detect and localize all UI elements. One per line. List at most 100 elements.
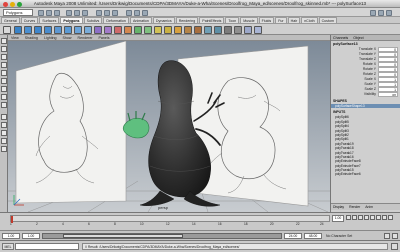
shelf-tab-rendering[interactable]: Rendering	[175, 17, 199, 23]
step-forward-key-icon[interactable]	[382, 215, 387, 220]
collapse-icon[interactable]	[234, 25, 242, 34]
shelf-tab-general[interactable]: General	[1, 17, 20, 23]
insert-edge-loop-icon[interactable]	[194, 25, 202, 34]
lasso-tool-icon[interactable]	[1, 46, 7, 52]
poly-cylinder-icon[interactable]	[34, 25, 42, 34]
separate-icon[interactable]	[104, 25, 112, 34]
attribute-editor-icon[interactable]	[370, 9, 376, 16]
poly-pyramid-icon[interactable]	[84, 25, 92, 34]
layout-graph-icon[interactable]	[1, 138, 7, 144]
step-forward-frame-icon[interactable]	[376, 215, 381, 220]
go-to-end-icon[interactable]	[388, 215, 393, 220]
shape-node[interactable]: polySurfaceShape13	[331, 104, 400, 109]
render-icon[interactable]	[126, 9, 132, 16]
rotate-tool-icon[interactable]	[1, 70, 7, 76]
history-node[interactable]: polyExtrudeFace6	[331, 172, 400, 176]
layer-tab-render[interactable]: Render	[349, 205, 360, 209]
shelf-tab-curves[interactable]: Curves	[20, 17, 39, 23]
new-scene-icon[interactable]	[38, 9, 44, 16]
scale-tool-icon[interactable]	[1, 78, 7, 84]
select-tool-icon[interactable]	[1, 38, 7, 44]
layout-four-icon[interactable]	[1, 122, 7, 128]
shelf-tab-animation[interactable]: Animation	[129, 17, 152, 23]
slide-edge-icon[interactable]	[214, 25, 222, 34]
shelf-tab-hair[interactable]: Hair	[287, 17, 301, 23]
soft-modification-icon[interactable]	[1, 94, 7, 100]
script-editor-icon[interactable]	[391, 243, 398, 250]
layout-outliner-icon[interactable]	[1, 130, 7, 136]
open-scene-icon[interactable]	[46, 9, 52, 16]
extrude-icon[interactable]	[154, 25, 162, 34]
append-polygon-icon[interactable]	[174, 25, 182, 34]
perspective-viewport[interactable]: persp	[8, 41, 330, 212]
playback-end-field[interactable]: 24.00	[284, 233, 302, 239]
playback-start-field[interactable]: 1.00	[22, 233, 40, 239]
mirror-icon[interactable]	[124, 25, 132, 34]
split-polygon-icon[interactable]	[184, 25, 192, 34]
layer-tab-display[interactable]: Display	[333, 205, 344, 209]
extract-icon[interactable]	[114, 25, 122, 34]
uv-editor-icon[interactable]	[244, 25, 252, 34]
ipr-render-icon[interactable]	[134, 9, 140, 16]
script-language-toggle[interactable]: MEL	[2, 243, 14, 250]
shelf-tab-fur[interactable]: Fur	[275, 17, 287, 23]
average-vertices-icon[interactable]	[144, 25, 152, 34]
snap-point-icon[interactable]	[112, 9, 118, 16]
step-back-key-icon[interactable]	[352, 215, 357, 220]
shelf-tab-painteffects[interactable]: PaintEffects	[199, 17, 225, 23]
select-hierarchy-icon[interactable]	[66, 9, 72, 16]
poly-cone-icon[interactable]	[44, 25, 52, 34]
smooth-icon[interactable]	[134, 25, 142, 34]
show-manipulator-icon[interactable]	[1, 102, 7, 108]
select-component-icon[interactable]	[82, 9, 88, 16]
shelf-tab-ncloth[interactable]: nCloth	[301, 17, 318, 23]
go-to-start-icon[interactable]	[346, 215, 351, 220]
snap-curve-icon[interactable]	[104, 9, 110, 16]
save-scene-icon[interactable]	[54, 9, 60, 16]
poly-prism-icon[interactable]	[74, 25, 82, 34]
merge-icon[interactable]	[224, 25, 232, 34]
shelf-tab-custom[interactable]: Custom	[318, 17, 337, 23]
step-back-frame-icon[interactable]	[358, 215, 363, 220]
shelf-tab-deformation[interactable]: Deformation	[103, 17, 129, 23]
layout-hypershade-icon[interactable]	[1, 146, 7, 152]
poly-sphere-icon[interactable]	[14, 25, 22, 34]
render-settings-icon[interactable]	[142, 9, 148, 16]
paint-select-tool-icon[interactable]	[1, 54, 7, 60]
current-frame-field[interactable]: 1.00	[332, 215, 344, 222]
channel-box-toggle-icon[interactable]	[386, 9, 392, 16]
shelf-tab-surfaces[interactable]: Surfaces	[39, 17, 60, 23]
tool-settings-icon[interactable]	[378, 9, 384, 16]
channels-menu[interactable]: Channels	[333, 36, 348, 40]
bridge-icon[interactable]	[164, 25, 172, 34]
shelf-tab-toon[interactable]: Toon	[225, 17, 240, 23]
attr-row[interactable]: Visibility on	[331, 92, 400, 97]
shelf-menu-icon[interactable]	[3, 25, 11, 34]
select-object-icon[interactable]	[74, 9, 80, 16]
command-input[interactable]	[15, 243, 79, 250]
range-slider[interactable]	[42, 233, 282, 239]
combine-icon[interactable]	[94, 25, 102, 34]
shelf-tab-muscle[interactable]: Muscle	[240, 17, 258, 23]
object-menu[interactable]: Object	[353, 36, 363, 40]
preferences-icon[interactable]	[392, 233, 398, 239]
range-slider-handle[interactable]	[63, 234, 183, 238]
play-forwards-icon[interactable]	[370, 215, 375, 220]
shelf-tab-dynamics[interactable]: Dynamics	[152, 17, 175, 23]
poly-cube-icon[interactable]	[24, 25, 32, 34]
shelf-tab-fluids[interactable]: Fluids	[258, 17, 275, 23]
character-set-menu[interactable]: No Character Set	[326, 233, 352, 239]
animation-start-field[interactable]: 1.00	[2, 233, 20, 239]
poly-plane-icon[interactable]	[54, 25, 62, 34]
menu-set-dropdown[interactable]: Polygons	[3, 9, 33, 16]
snap-grid-icon[interactable]	[96, 9, 102, 16]
universal-manipulator-icon[interactable]	[1, 86, 7, 92]
poly-torus-icon[interactable]	[64, 25, 72, 34]
planar-mapping-icon[interactable]	[254, 25, 262, 34]
shelf-tab-subdivs[interactable]: Subdivs	[83, 17, 103, 23]
play-backwards-icon[interactable]	[364, 215, 369, 220]
animation-end-field[interactable]: 48.00	[304, 233, 322, 239]
layout-single-icon[interactable]	[1, 114, 7, 120]
auto-key-icon[interactable]	[384, 233, 390, 239]
shelf-tab-polygons[interactable]: Polygons	[60, 17, 83, 23]
